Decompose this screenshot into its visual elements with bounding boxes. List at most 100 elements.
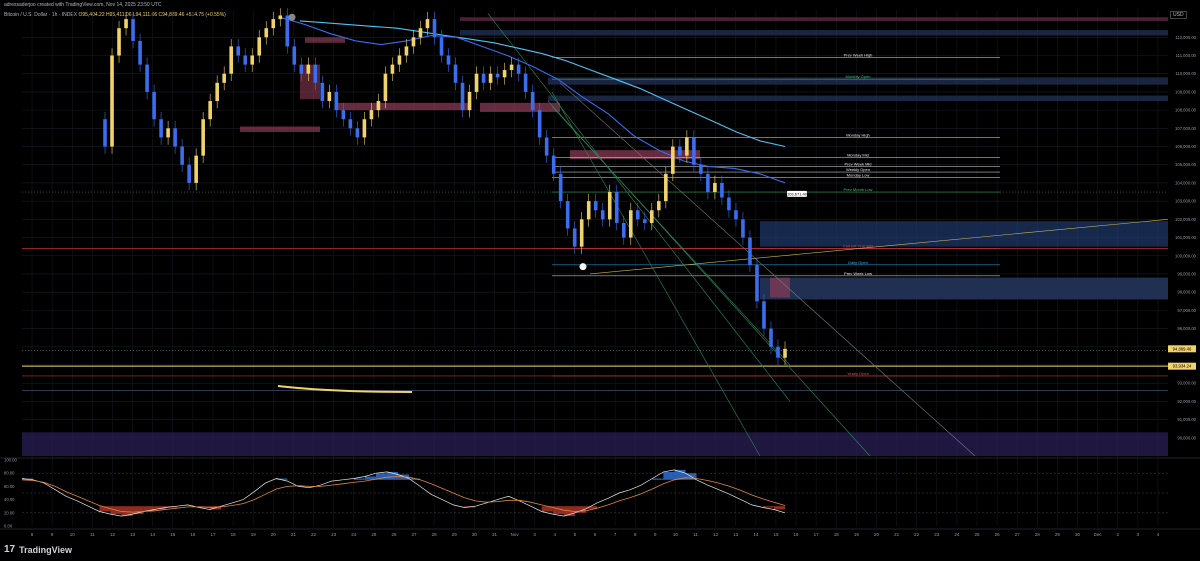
price-tick-label: 92,000.00 (1177, 399, 1196, 404)
zone-box (460, 17, 1168, 21)
candle-body (313, 64, 318, 83)
candle-body (467, 91, 472, 111)
zone-box (548, 95, 1168, 102)
level-label: Weekly Open (846, 167, 870, 172)
zone-box (305, 37, 345, 43)
level-label: Yearly Open (847, 371, 869, 376)
candle-body (713, 182, 717, 193)
time-tick-label: 2 (1116, 532, 1119, 537)
oscillator-tick-label: 0.00 (4, 524, 13, 529)
time-tick-label: 15 (170, 532, 176, 537)
overbought-fill (652, 478, 664, 480)
time-tick-label: 30 (1075, 532, 1081, 537)
candle-body (488, 73, 493, 83)
time-tick-label: 17 (210, 532, 216, 537)
candle-body (783, 348, 787, 358)
oscillator-pane: 100.00 80.00 60.00 40.00 20.00 0.00 (0, 458, 1200, 529)
time-tick-label: 8 (31, 532, 34, 537)
time-tick-label: 28 (432, 532, 438, 537)
price-axis: 112,000.00 111,000.00 110,000.00 109,000.00… (1168, 35, 1197, 440)
time-tick-label: 25 (371, 532, 377, 537)
footer-brand[interactable]: 17 TradingView (4, 544, 72, 555)
candle-body (138, 40, 142, 65)
level-label: Prev Month Low (844, 187, 873, 192)
candle-body (642, 219, 647, 223)
candle-body (257, 37, 262, 56)
candle-body (586, 201, 591, 220)
candle-body (502, 70, 507, 78)
price-tick-label: 90,000.00 (1177, 435, 1196, 440)
time-tick-label: 9 (654, 532, 657, 537)
candle-body (334, 91, 339, 111)
candle-body (194, 155, 198, 183)
price-tick-label: 91,000.00 (1177, 417, 1196, 422)
time-tick-label: 14 (150, 532, 156, 537)
candle-body (671, 146, 675, 174)
price-series: 103,671.40 (103, 8, 808, 365)
price-tick-label: 105,000.00 (1175, 162, 1197, 167)
time-tick-label: 17 (814, 532, 820, 537)
candle-body (124, 19, 128, 29)
time-tick-label: 18 (231, 532, 237, 537)
level-label: Monday High (846, 132, 870, 137)
oscillator-tick-label: 40.00 (4, 497, 15, 502)
time-tick-label: 23 (934, 532, 940, 537)
candle-body (544, 137, 549, 156)
level-label: Prev Week Mid (844, 162, 871, 167)
drawn-line (277, 385, 413, 393)
candle-body (145, 64, 149, 92)
time-tick-label: 3 (533, 532, 536, 537)
candle-body (600, 210, 605, 220)
time-tick-label: 5 (574, 532, 577, 537)
candle-body (685, 137, 689, 156)
candle-body (727, 197, 731, 211)
candle-body (621, 222, 626, 238)
candle-body (215, 82, 219, 102)
candle-body (453, 64, 458, 83)
price-tick-label: 99,000.00 (1177, 271, 1196, 276)
zone-box (335, 102, 470, 111)
candle-body (692, 137, 696, 165)
time-tick-label: 13 (130, 532, 136, 537)
time-tick-label: 12 (110, 532, 116, 537)
level-label: Monday Mid (847, 152, 869, 157)
time-tick-label: 13 (733, 532, 739, 537)
candle-body (657, 201, 661, 211)
candle-body (306, 64, 311, 74)
candle-body (369, 110, 374, 120)
candle-body (348, 119, 353, 129)
candle-body (320, 82, 325, 102)
time-tick-label: 24 (954, 532, 960, 537)
candle-body (720, 182, 724, 198)
trendline (487, 13, 791, 402)
time-tick-label: 19 (251, 532, 257, 537)
candle-body (734, 210, 738, 220)
time-tick-label: 29 (1055, 532, 1061, 537)
candle-body (530, 91, 535, 111)
price-tick-label: 106,000.00 (1175, 144, 1197, 149)
candle-body (664, 173, 668, 202)
price-chart[interactable]: Prev Week High Monthly Open Monday High Mon… (0, 0, 1200, 561)
time-tick-label: 11 (90, 532, 95, 537)
candle-body (439, 37, 444, 56)
candle-body (748, 237, 752, 265)
price-tick-label: 100,000.00 (1175, 253, 1197, 258)
candle-body (180, 146, 184, 165)
candle-body (635, 210, 640, 220)
candle-body (271, 19, 276, 29)
candle-body (187, 164, 191, 183)
candle-body (278, 15, 283, 20)
candle-body (222, 73, 226, 83)
level-label: Monday Low (847, 172, 870, 177)
time-tick-label: 28 (1035, 532, 1041, 537)
overbought-fill (663, 471, 675, 480)
candle-body (706, 173, 710, 193)
oversold-fill (773, 506, 785, 510)
candle-body (201, 119, 205, 156)
candle-body (411, 37, 416, 47)
candle-body (481, 73, 486, 83)
zone-box (240, 126, 320, 132)
oscillator-tick-label: 100.00 (4, 458, 17, 463)
candle-body (229, 46, 233, 74)
time-tick-label: 30 (472, 532, 478, 537)
